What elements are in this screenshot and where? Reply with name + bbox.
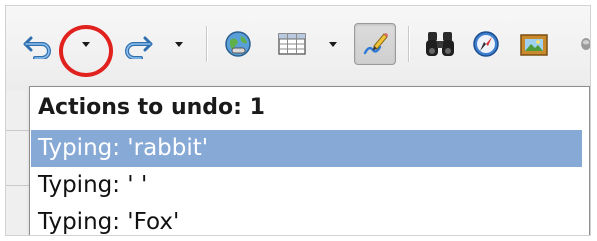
undo-list-item[interactable]: Typing: 'rabbit'	[31, 130, 582, 167]
highlight-circle	[59, 25, 113, 77]
undo-list-header: Actions to undo: 1	[38, 95, 265, 120]
table-dropdown-arrow[interactable]	[324, 23, 342, 65]
undo-list-item[interactable]: Typing: ' '	[31, 167, 582, 204]
table-button[interactable]	[272, 23, 312, 65]
gallery-button[interactable]	[514, 23, 554, 65]
toolbar-separator	[408, 26, 409, 62]
undo-list-item[interactable]: Typing: 'Fox'	[31, 204, 582, 235]
document-area	[6, 90, 29, 235]
navigator-button[interactable]	[466, 23, 506, 65]
redo-button[interactable]	[118, 23, 158, 65]
ruler-line	[6, 185, 29, 186]
redo-dropdown-arrow[interactable]	[170, 23, 188, 65]
table-icon	[278, 33, 306, 55]
ruler-line	[6, 130, 29, 131]
gallery-icon	[520, 34, 548, 56]
chevron-down-icon	[329, 41, 337, 47]
navigator-icon	[473, 31, 499, 57]
draw-functions-icon	[363, 33, 388, 55]
find-replace-button[interactable]	[420, 23, 460, 65]
window-frame: Actions to undo: 1 Typing: 'rabbit' Typi…	[5, 5, 591, 236]
find-replace-icon	[426, 32, 454, 56]
redo-icon	[125, 36, 153, 59]
undo-button[interactable]	[18, 23, 58, 65]
partial-icon	[581, 38, 590, 50]
toolbar-separator	[206, 26, 207, 62]
undo-icon	[23, 36, 51, 59]
draw-functions-button[interactable]	[354, 23, 396, 65]
standard-toolbar	[6, 6, 590, 91]
chevron-down-icon	[175, 41, 183, 47]
partial-toolbar-button[interactable]	[580, 23, 590, 65]
hyperlink-button[interactable]	[218, 23, 258, 65]
undo-actions-list[interactable]: Actions to undo: 1 Typing: 'rabbit' Typi…	[29, 86, 590, 235]
hyperlink-icon	[225, 31, 251, 57]
screenshot: Actions to undo: 1 Typing: 'rabbit' Typi…	[0, 0, 597, 241]
